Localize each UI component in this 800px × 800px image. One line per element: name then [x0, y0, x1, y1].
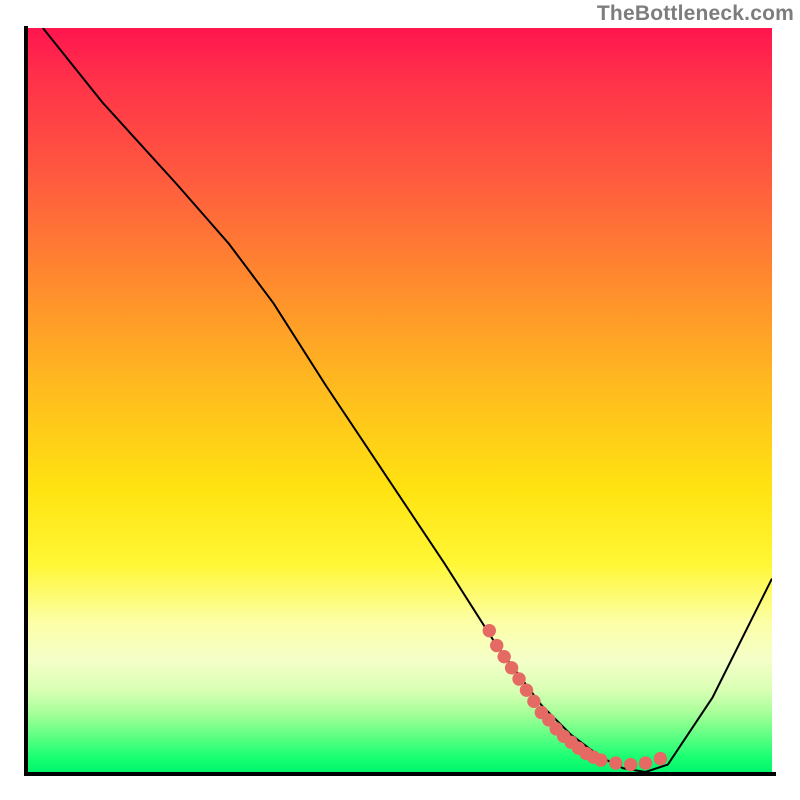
- highlight-dot: [497, 650, 510, 663]
- x-axis: [24, 772, 776, 776]
- highlight-dot: [490, 639, 503, 652]
- highlight-dot: [594, 753, 607, 766]
- highlight-dot: [483, 624, 496, 637]
- chart-stage: TheBottleneck.com: [0, 0, 800, 800]
- highlight-dot: [520, 683, 533, 696]
- highlight-dots: [483, 624, 668, 771]
- highlight-dot: [609, 756, 622, 769]
- highlight-dot: [639, 756, 652, 769]
- highlight-dot: [505, 661, 518, 674]
- bottleneck-curve: [43, 28, 772, 772]
- plot-area: [28, 28, 772, 772]
- plot-svg: [28, 28, 772, 772]
- watermark-text: TheBottleneck.com: [597, 2, 794, 26]
- y-axis: [24, 26, 28, 776]
- highlight-dot: [624, 758, 637, 771]
- highlight-dot: [527, 695, 540, 708]
- highlight-dot: [512, 672, 525, 685]
- highlight-dot: [654, 752, 667, 765]
